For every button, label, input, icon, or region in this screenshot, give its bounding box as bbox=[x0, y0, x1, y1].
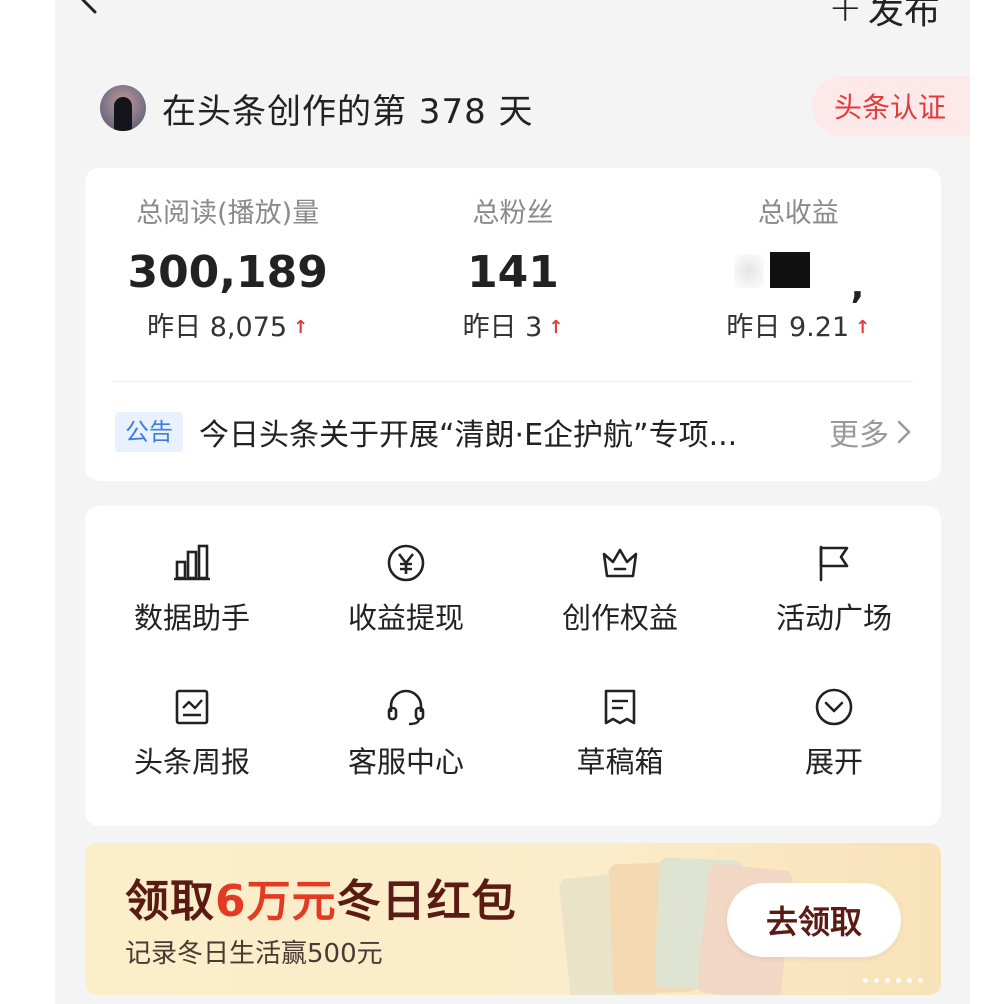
banner-title-pre: 领取 bbox=[125, 876, 215, 927]
banner-title: 领取6万元冬日红包 bbox=[125, 865, 517, 929]
tool-withdraw[interactable]: 收益提现 bbox=[299, 542, 513, 638]
notice-tag: 公告 bbox=[115, 412, 183, 452]
stat-value: 300,189 bbox=[127, 247, 328, 298]
tool-label: 创作权益 bbox=[561, 601, 678, 635]
stat-delta: 昨日 3 ↑ bbox=[463, 308, 564, 348]
stat-label: 总阅读(播放)量 bbox=[136, 198, 320, 229]
banner-title-highlight: 6万元 bbox=[215, 876, 337, 927]
stat-label: 总收益 bbox=[757, 198, 839, 229]
publish-label: 发布 bbox=[867, 0, 940, 32]
tool-activity-square[interactable]: 活动广场 bbox=[727, 542, 941, 638]
bar-chart-icon bbox=[174, 544, 210, 581]
tool-creator-rights[interactable]: 创作权益 bbox=[513, 542, 727, 638]
tool-weekly-report[interactable]: 头条周报 bbox=[85, 686, 299, 782]
notice-text[interactable]: 今日头条关于开展“清朗·E企护航”专项... bbox=[199, 410, 765, 454]
creator-center-screen: + 发布 在头条创作的第 378 天 头条认证 总阅读(播放)量 300,189… bbox=[55, 0, 970, 1004]
stat-total-reads[interactable]: 总阅读(播放)量 300,189 昨日 8,075 ↑ bbox=[85, 194, 370, 348]
tool-label: 活动广场 bbox=[775, 601, 892, 635]
stat-value: 141 bbox=[467, 247, 559, 298]
verify-badge[interactable]: 头条认证 bbox=[811, 76, 970, 136]
publish-button[interactable]: + 发布 bbox=[828, 0, 940, 32]
stat-delta: 昨日 9.21 ↑ bbox=[726, 308, 870, 348]
creator-days-text: 在头条创作的第 378 天 bbox=[162, 91, 534, 132]
notice-bar[interactable]: 公告 今日头条关于开展“清朗·E企护航”专项... 更多 bbox=[115, 410, 915, 454]
tool-label: 展开 bbox=[804, 745, 863, 779]
divider bbox=[113, 381, 913, 382]
back-arrow-icon[interactable] bbox=[73, 0, 109, 18]
tool-label: 草稿箱 bbox=[576, 745, 664, 779]
promo-banner[interactable]: 领取6万元冬日红包 记录冬日生活赢500元 去领取 bbox=[85, 843, 941, 995]
tool-label: 头条周报 bbox=[133, 745, 250, 779]
up-arrow-icon: ↑ bbox=[293, 317, 309, 338]
tool-label: 客服中心 bbox=[347, 745, 464, 779]
tool-expand[interactable]: 展开 bbox=[727, 686, 941, 782]
more-label: 更多 bbox=[829, 418, 889, 453]
tool-label: 数据助手 bbox=[133, 601, 250, 635]
flag-icon bbox=[819, 545, 849, 582]
avatar[interactable] bbox=[100, 85, 146, 131]
carousel-dots bbox=[863, 978, 923, 983]
chevron-down-circle-icon bbox=[815, 688, 853, 726]
creator-header: 在头条创作的第 378 天 头条认证 bbox=[100, 76, 970, 136]
report-icon bbox=[175, 689, 209, 725]
stat-delta-text: 昨日 9.21 bbox=[726, 312, 850, 343]
tool-data-assistant[interactable]: 数据助手 bbox=[85, 542, 299, 638]
banner-subtitle: 记录冬日生活赢500元 bbox=[125, 939, 383, 969]
tool-drafts[interactable]: 草稿箱 bbox=[513, 686, 727, 782]
claim-button[interactable]: 去领取 bbox=[727, 883, 901, 957]
stats-card: 总阅读(播放)量 300,189 昨日 8,075 ↑ 总粉丝 141 昨日 3… bbox=[85, 168, 941, 481]
banner-title-post: 冬日红包 bbox=[336, 876, 517, 927]
more-link[interactable]: 更多 bbox=[829, 410, 915, 454]
stat-delta-text: 昨日 3 bbox=[462, 312, 543, 343]
up-arrow-icon: ↑ bbox=[548, 317, 564, 338]
tool-customer-service[interactable]: 客服中心 bbox=[299, 686, 513, 782]
crown-icon bbox=[602, 548, 638, 578]
redaction-block bbox=[770, 252, 811, 288]
stat-delta: 昨日 8,075 ↑ bbox=[147, 308, 308, 348]
stat-value-redacted: , bbox=[728, 238, 868, 308]
stat-total-fans[interactable]: 总粉丝 141 昨日 3 ↑ bbox=[370, 194, 655, 348]
plus-icon: + bbox=[828, 0, 862, 31]
tool-label: 收益提现 bbox=[347, 601, 464, 635]
stat-total-income[interactable]: 总收益 , 昨日 9.21 ↑ bbox=[656, 194, 941, 348]
draft-icon bbox=[604, 689, 636, 725]
chevron-right-icon bbox=[897, 420, 911, 444]
headset-icon bbox=[387, 689, 425, 726]
stat-delta-text: 昨日 8,075 bbox=[147, 312, 288, 343]
stat-label: 总粉丝 bbox=[472, 198, 554, 229]
yuan-icon bbox=[387, 544, 425, 582]
tools-card: 数据助手 收益提现 创作权益 活动广场 头条周报 客服中心 草稿箱 展开 bbox=[85, 506, 941, 826]
